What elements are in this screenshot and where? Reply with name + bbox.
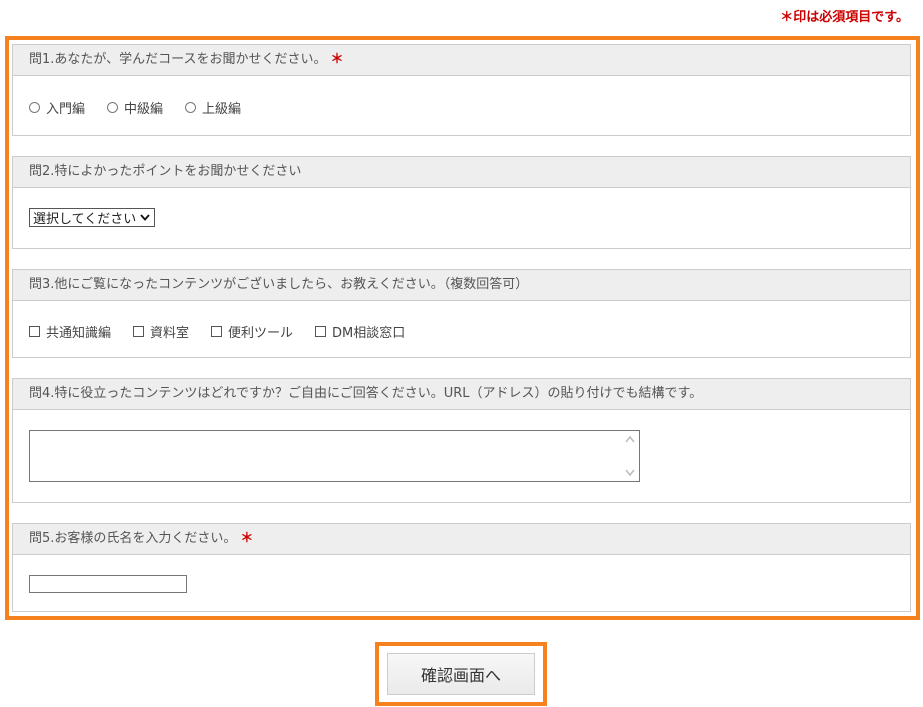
option-label: 共通知識編: [46, 326, 112, 341]
question-3-header: 問3.他にご覧になったコンテンツがございましたら、お教えください。（複数回答可）: [13, 270, 910, 301]
confirm-button[interactable]: 確認画面へ: [387, 653, 535, 695]
question-3: 問3.他にご覧になったコンテンツがございましたら、お教えください。（複数回答可）…: [12, 269, 911, 358]
question-1-header: 問1.あなたが、学んだコースをお聞かせください。＊: [13, 45, 910, 76]
checkbox[interactable]: [133, 326, 145, 337]
survey-form: 問1.あなたが、学んだコースをお聞かせください。＊ 入門編 中級編 上級編 問2…: [5, 36, 920, 620]
scroll-down-icon[interactable]: [625, 469, 635, 477]
name-input[interactable]: [29, 575, 187, 593]
radio-button[interactable]: [29, 102, 40, 113]
option-label: 入門編: [46, 102, 86, 117]
chevron-down-icon: [140, 214, 150, 221]
option-label: 便利ツール: [228, 326, 294, 341]
content-option-dm[interactable]: DM相談窓口: [315, 322, 405, 341]
submit-highlight: 確認画面へ: [375, 642, 547, 706]
question-5-header: 問5.お客様の氏名を入力ください。＊: [13, 524, 910, 555]
question-2: 問2.特によかったポイントをお聞かせください 選択してください: [12, 156, 911, 249]
question-2-title: 問2.特によかったポイントをお聞かせください: [29, 164, 302, 179]
required-mark: ＊: [330, 52, 344, 67]
option-label: 中級編: [124, 102, 164, 117]
option-label: DM相談窓口: [332, 326, 406, 341]
question-4-header: 問4.特に役立ったコンテンツはどれですか？ご自由にご回答ください。URL（アドレ…: [13, 379, 910, 410]
question-5: 問5.お客様の氏名を入力ください。＊: [12, 523, 911, 612]
point-select[interactable]: 選択してください: [29, 208, 156, 227]
content-option-common[interactable]: 共通知識編: [29, 322, 111, 341]
radio-button[interactable]: [185, 102, 197, 113]
checkbox[interactable]: [29, 326, 40, 337]
required-mark: ＊: [240, 531, 254, 546]
course-option-intermediate[interactable]: 中級編: [107, 98, 163, 117]
question-1-title: 問1.あなたが、学んだコースをお聞かせください。: [29, 52, 327, 67]
textarea-scrollbar[interactable]: [624, 435, 636, 477]
radio-button[interactable]: [107, 102, 119, 113]
checkbox[interactable]: [315, 326, 327, 337]
content-option-library[interactable]: 資料室: [133, 322, 189, 341]
question-2-header: 問2.特によかったポイントをお聞かせください: [13, 157, 910, 188]
scroll-up-icon[interactable]: [625, 435, 635, 443]
question-4: 問4.特に役立ったコンテンツはどれですか？ご自由にご回答ください。URL（アドレ…: [12, 378, 911, 503]
select-value: 選択してください: [33, 212, 137, 227]
question-5-title: 問5.お客様の氏名を入力ください。: [29, 531, 237, 546]
course-option-beginner[interactable]: 入門編: [29, 98, 85, 117]
question-4-title: 問4.特に役立ったコンテンツはどれですか？ご自由にご回答ください。URL（アドレ…: [29, 386, 703, 401]
useful-content-textarea[interactable]: [29, 430, 640, 482]
required-note: ＊印は必須項目です。: [780, 10, 909, 25]
content-option-tools[interactable]: 便利ツール: [211, 322, 293, 341]
checkbox[interactable]: [211, 326, 223, 337]
question-3-title: 問3.他にご覧になったコンテンツがございましたら、お教えください。（複数回答可）: [29, 277, 529, 292]
option-label: 上級編: [202, 102, 242, 117]
question-1: 問1.あなたが、学んだコースをお聞かせください。＊ 入門編 中級編 上級編: [12, 44, 911, 136]
course-option-advanced[interactable]: 上級編: [185, 98, 241, 117]
option-label: 資料室: [150, 326, 190, 341]
